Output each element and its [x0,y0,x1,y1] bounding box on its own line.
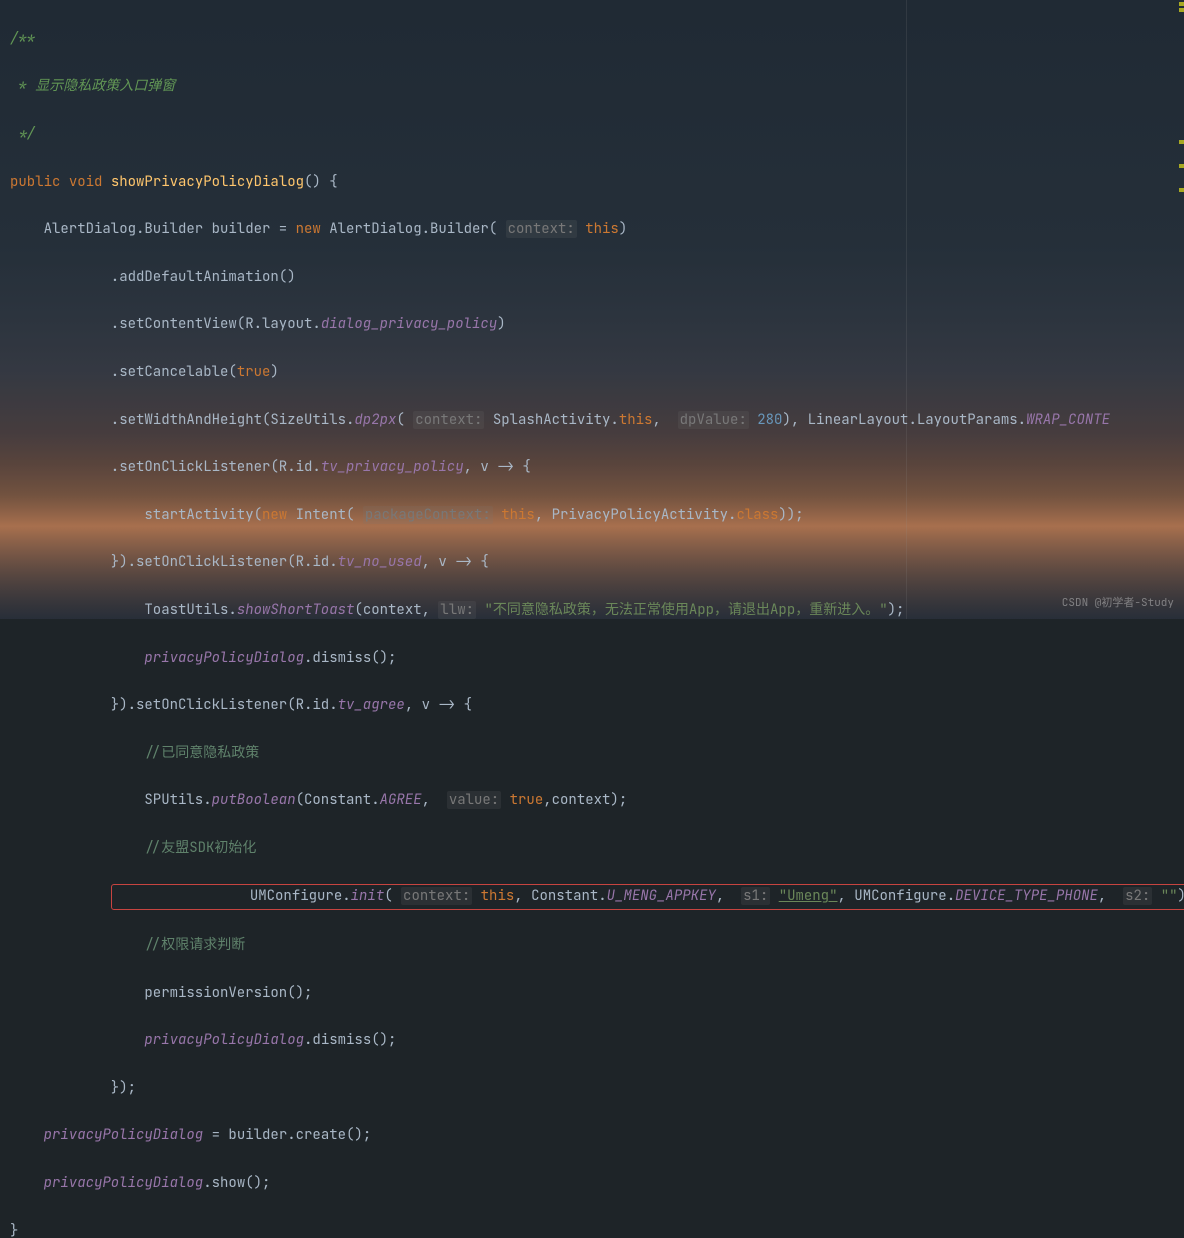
code-line[interactable]: }).setOnClickListener(R.id.tv_no_used, v… [0,551,1184,575]
doc-comment-close: */ [10,125,35,143]
code-line[interactable]: .setContentView(R.layout.dialog_privacy_… [0,313,1184,337]
doc-comment-text: * 显示隐私政策入口弹窗 [10,77,175,95]
code-line[interactable]: privacyPolicyDialog = builder.create(); [0,1124,1184,1148]
code-line[interactable]: } [0,1220,1184,1238]
code-line[interactable]: .setOnClickListener(R.id.tv_privacy_poli… [0,456,1184,480]
code-line[interactable]: ToastUtils.showShortToast(context, llw: … [0,599,1184,623]
code-line[interactable]: permissionVersion(); [0,982,1184,1006]
code-line[interactable]: //权限请求判断 [0,934,1184,958]
code-line[interactable]: privacyPolicyDialog.dismiss(); [0,647,1184,671]
code-line[interactable]: privacyPolicyDialog.dismiss(); [0,1029,1184,1053]
doc-comment: /** [10,30,35,48]
code-line-highlighted[interactable]: UMConfigure.init( context: this, Constan… [0,884,1184,910]
highlight-box: UMConfigure.init( context: this, Constan… [111,884,1184,910]
code-line[interactable]: //已同意隐私政策 [0,742,1184,766]
code-line[interactable]: SPUtils.putBoolean(Constant.AGREE, value… [0,789,1184,813]
code-line[interactable]: startActivity(new Intent( packageContext… [0,504,1184,528]
code-line[interactable]: }); [0,1077,1184,1101]
code-line[interactable]: .setCancelable(true) [0,361,1184,385]
code-line[interactable]: //友盟SDK初始化 [0,837,1184,861]
watermark: CSDN @初学者-Study [1062,594,1174,613]
code-line[interactable]: }).setOnClickListener(R.id.tv_agree, v -… [0,694,1184,718]
gutter-marks [1178,0,1184,619]
code-line[interactable]: privacyPolicyDialog.show(); [0,1172,1184,1196]
code-line[interactable]: public void showPrivacyPolicyDialog() { [0,171,1184,195]
code-line[interactable]: .setWidthAndHeight(SizeUtils.dp2px( cont… [0,409,1184,433]
code-line[interactable]: .addDefaultAnimation() [0,266,1184,290]
code-editor[interactable]: /** * 显示隐私政策入口弹窗 */ public void showPriv… [0,0,1184,1238]
code-line[interactable]: AlertDialog.Builder builder = new AlertD… [0,218,1184,242]
